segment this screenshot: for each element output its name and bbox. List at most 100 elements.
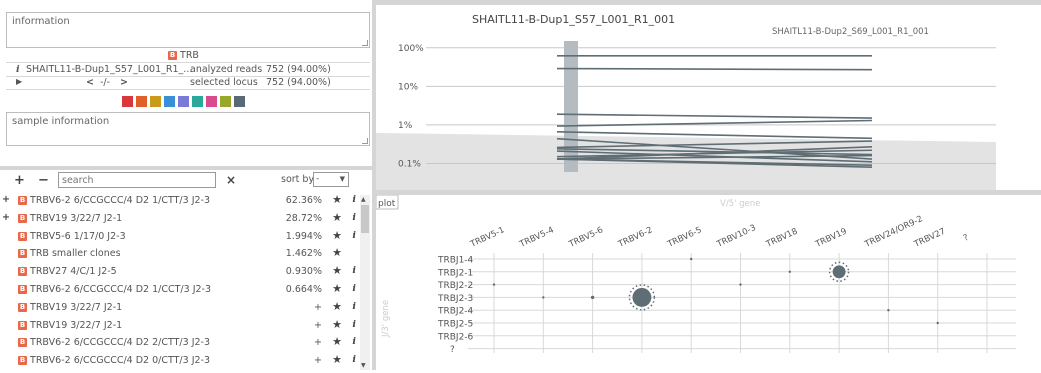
clone-list-scrollbar[interactable]: ▲ ▼ [360,195,370,370]
left-panel: information B TRB i SHAITL11-B-Dup1_S57_… [0,0,374,370]
resize-grip-icon[interactable] [362,138,368,144]
scroll-up-icon[interactable]: ▲ [361,196,366,203]
j-gene-label[interactable]: ? [450,345,455,355]
y-tick-label: 1% [398,121,413,131]
resize-grip-icon[interactable] [362,40,368,46]
info-icon[interactable]: i [352,212,356,223]
star-icon[interactable]: ★ [332,300,342,313]
clone-row[interactable]: B TRBV6-2 6/CCGCCC/4 D2 1/CCT/3 J2-3 0.66… [8,281,360,299]
clone-row[interactable]: B TRBV27 4/C/1 J2-5 0.930% ★ i [8,263,360,281]
clone-bubble[interactable] [690,257,693,261]
color-swatch[interactable] [150,96,161,107]
color-swatch[interactable] [122,96,133,107]
clear-search-icon[interactable]: × [226,173,236,187]
clone-bubble[interactable] [832,265,846,279]
locus-badge-icon: B [18,302,27,312]
clone-row[interactable]: + B TRBV19 3/22/7 J2-1 28.72% ★ i [2,210,360,228]
info-textarea[interactable]: information [6,12,370,48]
clone-label: TRBV19 3/22/7 J2-1 [30,301,123,313]
expand-icon[interactable]: + [2,194,10,205]
v-gene-label[interactable]: TRBV6-5 [665,225,703,250]
clone-bubble[interactable] [936,321,939,325]
clone-row[interactable]: B TRBV19 3/22/7 J2-1 + ★ i [8,299,360,317]
color-swatches [122,96,248,110]
clone-label: TRBV6-2 6/CCGCCC/4 D2 1/CTT/3 J2-3 [30,195,211,206]
info-icon[interactable]: i [352,319,356,330]
add-button[interactable]: + [14,173,25,188]
sort-select[interactable]: - ▼ [313,172,349,187]
scroll-thumb[interactable] [361,205,369,233]
star-icon[interactable]: ★ [332,318,342,331]
sample2-label[interactable]: SHAITL11-B-Dup2_S69_L001_R1_001 [772,27,929,37]
j-gene-label[interactable]: TRBJ2-1 [437,268,473,278]
color-swatch[interactable] [178,96,189,107]
v-gene-label[interactable]: TRBV5-4 [517,225,555,250]
clone-row[interactable]: B TRB smaller clones 1.462% ★ [8,245,360,263]
v-gene-label[interactable]: TRBV18 [764,227,799,251]
search-input[interactable] [58,172,216,188]
clone-bubble[interactable] [590,295,595,300]
star-icon[interactable]: ★ [332,193,342,206]
prev-button[interactable]: < [86,77,94,88]
remove-button[interactable]: − [38,173,49,188]
scroll-down-icon[interactable]: ▼ [361,362,366,369]
info-icon[interactable]: i [352,354,356,365]
j-gene-label[interactable]: TRBJ2-5 [437,320,473,330]
info-icon[interactable]: i [352,336,356,347]
clone-row[interactable]: + B TRBV6-2 6/CCGCCC/4 D2 1/CTT/3 J2-3 62.… [2,192,360,210]
j-gene-label[interactable]: TRBJ2-6 [437,332,474,342]
clone-bubble[interactable] [542,296,545,299]
color-swatch[interactable] [220,96,231,107]
clone-bubble[interactable] [887,309,890,312]
clone-series-line[interactable] [556,113,873,119]
color-swatch[interactable] [192,96,203,107]
clone-bubble[interactable] [739,283,742,286]
chevron-down-icon: ▼ [339,175,345,183]
star-icon[interactable]: ★ [332,246,342,259]
clone-bubble[interactable] [788,270,791,273]
star-icon[interactable]: ★ [332,211,342,224]
j-gene-label[interactable]: TRBJ1-4 [437,256,474,266]
clone-series-line[interactable] [556,67,873,71]
sample1-label[interactable]: SHAITL11-B-Dup1_S57_L001_R1_001 [472,13,675,26]
clone-row[interactable]: B TRBV19 3/22/7 J2-1 + ★ i [8,317,360,335]
plot-tab-label[interactable]: plot [378,199,396,209]
color-swatch[interactable] [234,96,245,107]
info-icon[interactable]: i [352,230,356,241]
star-icon[interactable]: ★ [332,353,342,366]
star-icon[interactable]: ★ [332,282,342,295]
star-icon[interactable]: ★ [332,229,342,242]
color-swatch[interactable] [136,96,147,107]
info-icon[interactable]: i [352,194,356,205]
sort-label: sort by [281,174,315,185]
star-icon[interactable]: ★ [332,264,342,277]
clone-bubble[interactable] [632,287,652,307]
v-gene-label[interactable]: TRBV5-1 [468,225,506,250]
star-icon[interactable]: ★ [332,335,342,348]
v-gene-label[interactable]: TRBV5-6 [567,225,605,250]
clone-row[interactable]: B TRBV5-6 1/17/0 J2-3 1.994% ★ i [8,228,360,246]
j-gene-label[interactable]: TRBJ2-4 [437,307,474,317]
sample-info-textarea[interactable]: sample information [6,112,370,146]
clone-name: B TRBV19 3/22/7 J2-1 [18,302,122,313]
color-swatch[interactable] [206,96,217,107]
clone-name: B TRBV6-2 6/CCGCCC/4 D2 1/CTT/3 J2-3 [18,195,210,206]
clone-row[interactable]: B TRBV6-2 6/CCGCCC/4 D2 0/CTT/3 J2-3 + ★ i [8,352,360,370]
play-icon[interactable]: ▶ [16,77,22,86]
v-gene-label[interactable]: TRBV27 [912,227,947,251]
info-icon[interactable]: i [352,265,356,276]
info-icon[interactable]: i [352,283,356,294]
color-swatch[interactable] [164,96,175,107]
info-icon[interactable]: i [16,64,20,75]
clone-bubble[interactable] [492,283,496,286]
clone-row[interactable]: B TRBV6-2 6/CCGCCC/4 D2 2/CTT/3 J2-3 + ★ i [8,334,360,352]
v-gene-label[interactable]: ? [962,233,970,244]
v-gene-label[interactable]: TRBV6-2 [616,225,654,250]
v-gene-label[interactable]: TRBV10-3 [715,223,758,250]
j-gene-label[interactable]: TRBJ2-2 [437,281,473,291]
v-gene-label[interactable]: TRBV19 [813,227,848,251]
expand-icon[interactable]: + [2,212,10,223]
next-button[interactable]: > [120,77,128,88]
info-icon[interactable]: i [352,301,356,312]
j-gene-label[interactable]: TRBJ2-3 [437,294,473,304]
